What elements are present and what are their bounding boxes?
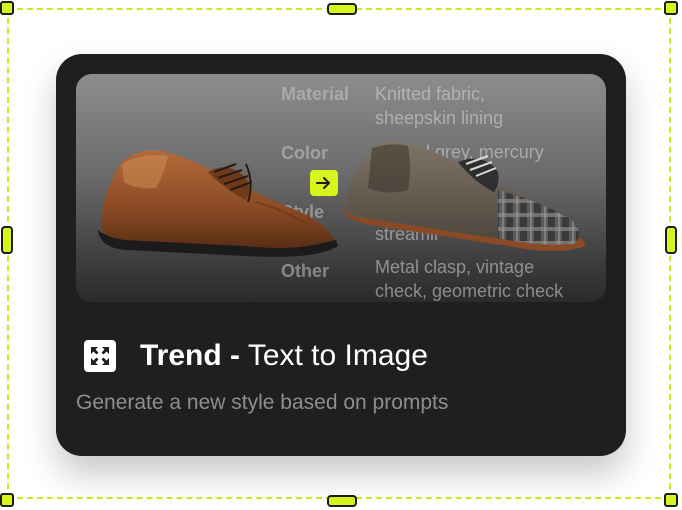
resize-handle-left[interactable] (1, 226, 13, 254)
attr-value-other-2: check, geometric check (375, 281, 564, 301)
resize-handle-bottom-left[interactable] (0, 493, 14, 507)
feature-card[interactable]: Material Color Style Other Knitted fabri… (56, 54, 626, 456)
expand-icon (84, 340, 116, 372)
resize-handle-right[interactable] (665, 226, 677, 254)
card-subtitle: Generate a new style based on prompts (76, 391, 449, 414)
preview-image: Material Color Style Other Knitted fabri… (76, 74, 606, 302)
arrow-right-icon (310, 170, 338, 196)
resize-handle-top-right[interactable] (664, 1, 678, 15)
attr-value-material-2: sheepskin lining (375, 108, 504, 128)
attr-label-material: Material (281, 84, 350, 104)
resize-handle-bottom-right[interactable] (664, 493, 678, 507)
resize-handle-top-left[interactable] (0, 1, 14, 15)
card-title-bold: Trend - (140, 339, 241, 372)
card-title-row: Trend - Text to Image (84, 336, 428, 376)
card-title: Trend - Text to Image (140, 339, 428, 373)
original-shoe-image (98, 150, 338, 257)
generated-shoe-image (342, 141, 586, 251)
attr-value-material-1: Knitted fabric, (375, 84, 486, 104)
resize-handle-top[interactable] (327, 3, 357, 15)
card-title-rest: Text to Image (247, 339, 428, 372)
attr-label-other: Other (281, 261, 330, 281)
resize-handle-bottom[interactable] (327, 495, 357, 507)
